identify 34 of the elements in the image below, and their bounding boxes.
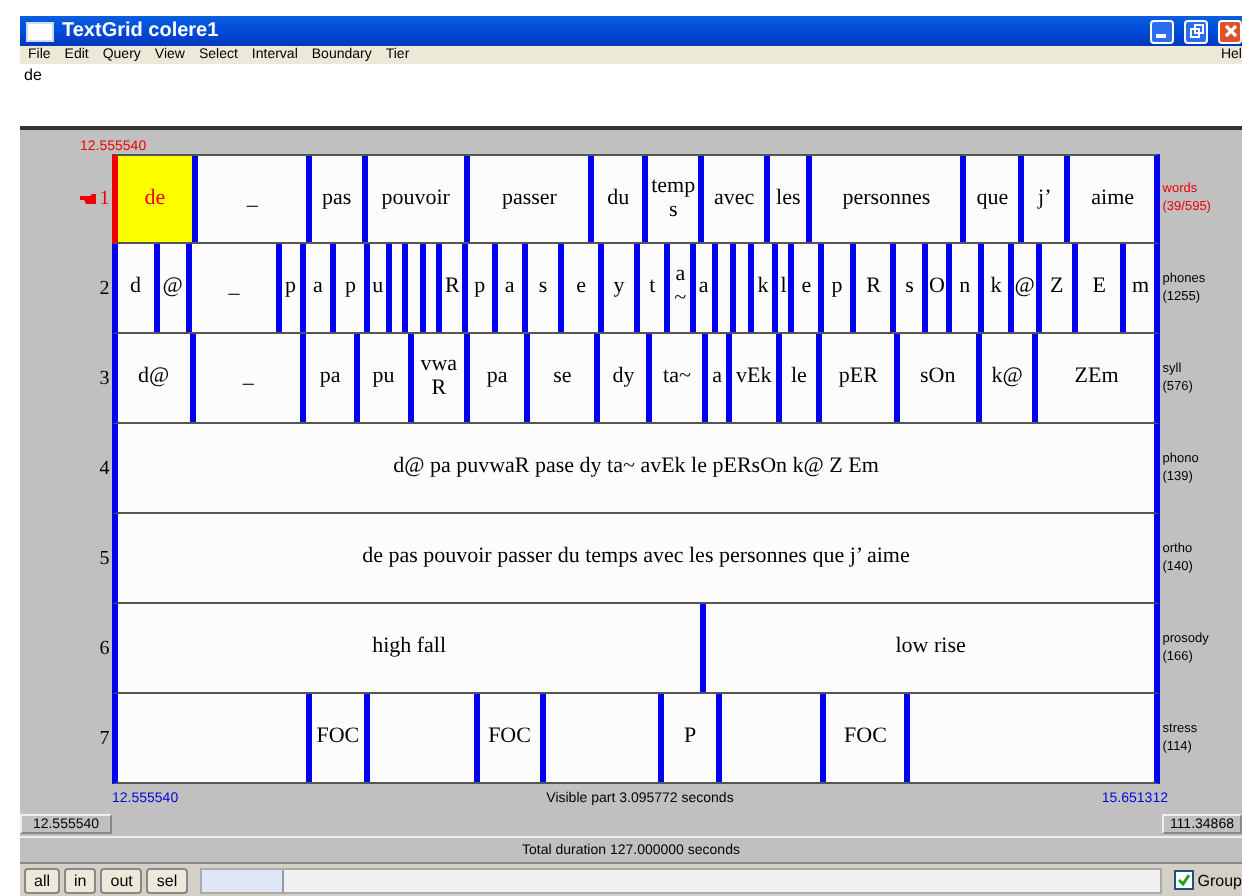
pointer-hand-icon — [79, 194, 96, 204]
annotation-interval[interactable]: d@ — [117, 334, 190, 422]
group-checkbox[interactable] — [1173, 870, 1194, 890]
annotation-interval[interactable]: FOC — [305, 694, 365, 782]
tier-track[interactable]: high fall low rise — [111, 604, 1161, 694]
restore-icon — [1189, 24, 1203, 38]
tier-number: 4 — [99, 458, 110, 480]
zoom-button[interactable]: out — [100, 867, 143, 893]
annotation-interval[interactable]: FOC — [820, 694, 905, 782]
tier-number: 6 — [99, 638, 110, 660]
group-label: Group — [1197, 871, 1242, 889]
annotation-interval[interactable]: P — [657, 694, 717, 782]
annotation-interval[interactable]: high fall — [117, 604, 701, 692]
tier-track[interactable]: d@ _ pa pu vwaR pa se dy ta~ a vEk le pER sOn k@ ZEm — [111, 334, 1161, 424]
tier-number: 1 — [99, 188, 110, 210]
window-icon — [26, 21, 54, 41]
zoom-button[interactable]: in — [64, 867, 97, 893]
tier-number: 2 — [99, 278, 110, 300]
tier-number: 3 — [99, 368, 110, 390]
text-field[interactable]: de — [20, 64, 1242, 130]
window-title: TextGrid colere1 — [62, 20, 221, 42]
tier-number: 5 — [99, 548, 110, 570]
annotation-interval[interactable]: de — [117, 156, 193, 242]
scrollbar[interactable] — [199, 867, 1162, 893]
annotation-interval[interactable]: FOC — [473, 694, 540, 782]
close-icon — [1223, 24, 1237, 38]
zoom-button[interactable]: sel — [146, 867, 188, 893]
tier-number: 7 — [99, 728, 110, 750]
zoom-button[interactable]: all — [24, 867, 61, 893]
tier-track[interactable]: FOC FOC P FOC — [111, 694, 1161, 784]
close-button[interactable] — [1218, 19, 1242, 43]
restore-button[interactable] — [1184, 19, 1208, 43]
annotation-interval[interactable]: d — [117, 244, 154, 332]
minimize-button[interactable] — [1150, 19, 1174, 43]
